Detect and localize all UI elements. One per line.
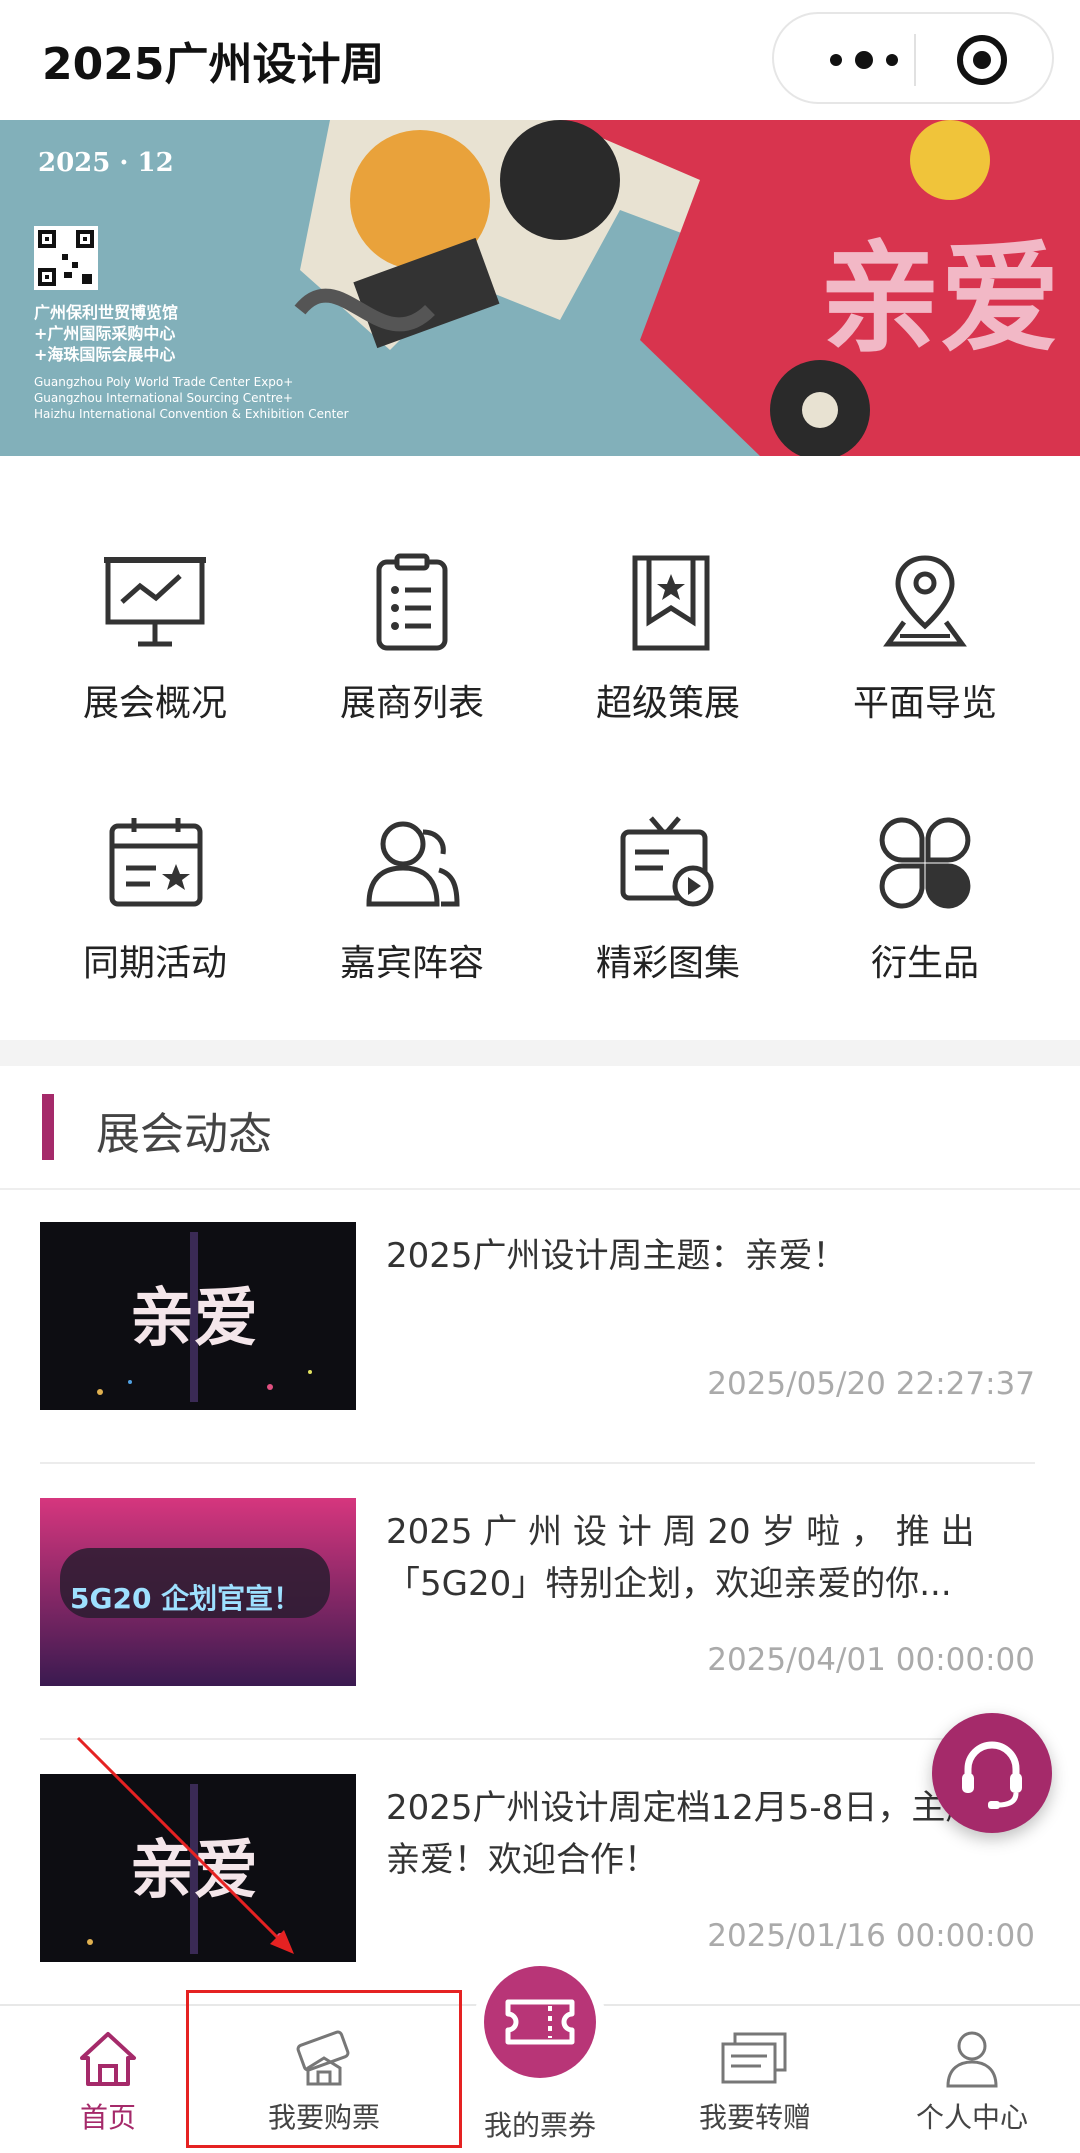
record-close-icon[interactable] bbox=[954, 32, 1010, 88]
banner-date: 2025 · 12 bbox=[38, 148, 174, 178]
customer-service-button[interactable] bbox=[932, 1713, 1052, 1833]
venue-line: +广州国际采购中心 bbox=[34, 324, 176, 343]
clipboard-list-icon bbox=[376, 553, 448, 651]
grid-item-gallery[interactable]: 精彩图集 bbox=[553, 812, 783, 1012]
venue-en-line: Guangzhou International Sourcing Centre+ bbox=[34, 391, 293, 405]
headset-icon bbox=[962, 1741, 1022, 1809]
svg-text:亲爱: 亲爱 bbox=[130, 1281, 258, 1356]
news-section-header: 展会动态 bbox=[0, 1066, 1080, 1190]
svg-text:亲爱: 亲爱 bbox=[820, 228, 1060, 369]
ticket-transfer-icon bbox=[721, 2032, 787, 2084]
banner-venue-cn: 广州保利世贸博览馆 +广州国际采购中心 +海珠国际会展中心 bbox=[34, 302, 178, 365]
news-thumbnail: 亲爱 bbox=[40, 1222, 356, 1410]
tab-label: 我要转赠 bbox=[698, 2101, 811, 2134]
grid-label: 嘉宾阵容 bbox=[339, 943, 484, 984]
users-icon bbox=[366, 821, 460, 907]
grid-label: 平面导览 bbox=[852, 683, 997, 724]
news-time: 2025/04/01 00:00:00 bbox=[707, 1642, 1035, 1678]
center-tab-circle bbox=[484, 1966, 596, 2078]
news-title: 2025 广 州 设 计 周 20 岁 啦 ， 推 出 「5G20」特别企划，欢… bbox=[386, 1512, 975, 1604]
news-item[interactable]: 亲爱 2025广州设计周主题：亲爱！ 2025/05/20 22:27:37 bbox=[40, 1222, 1035, 1412]
grid-label: 同期活动 bbox=[82, 943, 227, 984]
grid-item-curation[interactable]: 超级策展 bbox=[553, 552, 783, 752]
tab-profile[interactable]: 个人中心 bbox=[872, 2006, 1072, 2153]
grid-item-exhibitors[interactable]: 展商列表 bbox=[297, 552, 527, 752]
person-icon bbox=[946, 2031, 998, 2088]
news-item[interactable]: 亲爱 2025广州设计周定档12月5-8日，主题：亲爱！欢迎合作！ 2025/0… bbox=[40, 1774, 1035, 1964]
news-separator bbox=[40, 1738, 1035, 1740]
grid-label: 超级策展 bbox=[595, 683, 740, 724]
venue-en-line: Haizhu International Convention & Exhibi… bbox=[34, 407, 349, 421]
mini-program-capsule bbox=[772, 12, 1054, 104]
news-thumbnail: 亲爱 bbox=[40, 1774, 356, 1962]
section-title: 展会动态 bbox=[96, 1109, 272, 1160]
grid-item-merchandise[interactable]: 衍生品 bbox=[810, 812, 1040, 1012]
app-title: 2025广州设计周 bbox=[42, 39, 385, 90]
more-dots-icon[interactable] bbox=[814, 36, 914, 84]
news-title: 2025广州设计周主题：亲爱！ bbox=[386, 1236, 847, 1276]
map-pin-icon bbox=[883, 555, 967, 647]
grid-label: 衍生品 bbox=[870, 943, 979, 984]
tab-home[interactable]: 首页 bbox=[8, 2006, 208, 2153]
presentation-board-icon bbox=[104, 557, 206, 647]
ticket-icon bbox=[505, 1999, 575, 2045]
section-divider bbox=[0, 1040, 1080, 1066]
news-thumbnail: 5G20 企划官宣！ bbox=[40, 1498, 356, 1686]
news-time: 2025/05/20 22:27:37 bbox=[707, 1366, 1035, 1402]
home-icon bbox=[80, 2032, 136, 2086]
tv-play-icon bbox=[620, 816, 714, 907]
grid-label: 展会概况 bbox=[82, 683, 227, 724]
bookmark-star-icon bbox=[632, 555, 710, 651]
qr-code-icon bbox=[34, 226, 98, 290]
tab-my-tickets[interactable]: 我的票券 bbox=[470, 1956, 610, 2151]
svg-text:5G20 企划官宣！: 5G20 企划官宣！ bbox=[70, 1582, 301, 1615]
venue-line: 广州保利世贸博览馆 bbox=[34, 303, 179, 322]
grid-label: 精彩图集 bbox=[595, 943, 740, 984]
top-bar: 2025广州设计周 bbox=[0, 0, 1080, 120]
banner-venue-en: Guangzhou Poly World Trade Center Expo+ … bbox=[34, 374, 349, 422]
tab-label: 个人中心 bbox=[915, 2101, 1028, 2134]
tab-label: 我的票券 bbox=[483, 2109, 596, 2142]
grid-item-guests[interactable]: 嘉宾阵容 bbox=[297, 812, 527, 1012]
capsule-divider bbox=[914, 34, 916, 86]
tab-transfer[interactable]: 我要转赠 bbox=[655, 2006, 855, 2153]
calendar-star-icon bbox=[109, 818, 203, 907]
grid-item-events[interactable]: 同期活动 bbox=[40, 812, 270, 1012]
svg-text:亲爱: 亲爱 bbox=[130, 1833, 258, 1908]
venue-line: +海珠国际会展中心 bbox=[34, 345, 176, 364]
news-time: 2025/01/16 00:00:00 bbox=[707, 1918, 1035, 1954]
grid-item-overview[interactable]: 展会概况 bbox=[40, 552, 270, 752]
grid-item-floor-map[interactable]: 平面导览 bbox=[810, 552, 1040, 752]
venue-en-line: Guangzhou Poly World Trade Center Expo+ bbox=[34, 375, 294, 389]
clover-icon bbox=[879, 817, 971, 909]
grid-label: 展商列表 bbox=[339, 683, 484, 724]
news-separator bbox=[40, 1462, 1035, 1464]
section-accent-bar bbox=[42, 1094, 54, 1160]
hero-banner[interactable]: 亲爱 2025 · 12 广州保利世贸博览馆 +广州国际采购中心 +海珠国际会展… bbox=[0, 120, 1080, 456]
tab-label: 首页 bbox=[79, 2101, 136, 2134]
highlight-box bbox=[186, 1990, 462, 2148]
news-item[interactable]: 5G20 企划官宣！ 2025 广 州 设 计 周 20 岁 啦 ， 推 出 「… bbox=[40, 1498, 1035, 1688]
